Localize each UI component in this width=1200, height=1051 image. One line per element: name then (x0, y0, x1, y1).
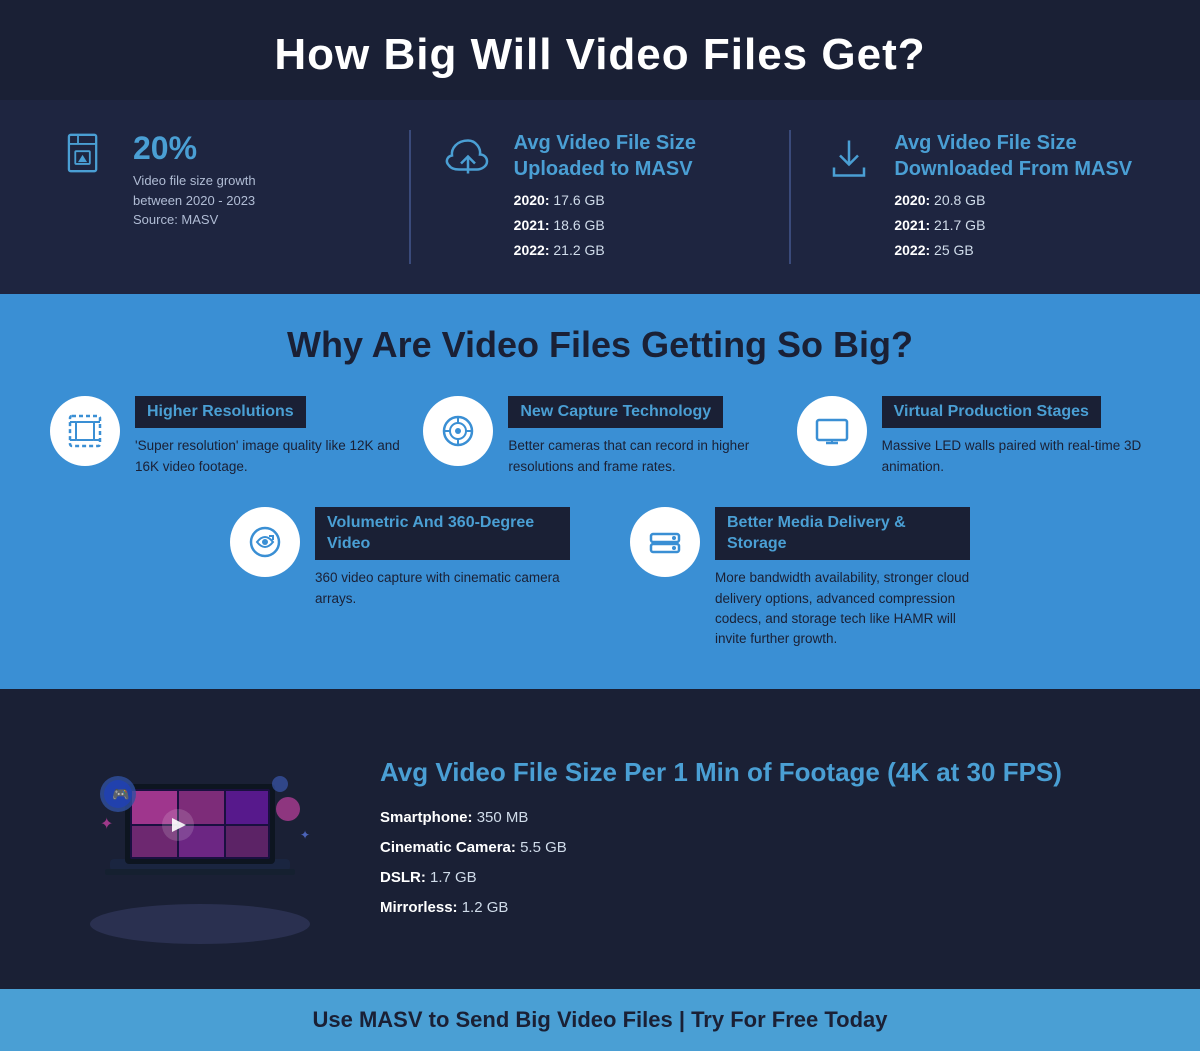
why-item-volumetric: Volumetric And 360-Degree Video 360 vide… (230, 507, 570, 650)
volumetric-icon-circle (230, 507, 300, 577)
upload-title: Avg Video File SizeUploaded to MASV (514, 130, 696, 182)
360-video-icon (247, 524, 283, 560)
virtual-content: Virtual Production Stages Massive LED wa… (882, 396, 1150, 477)
virtual-label: Virtual Production Stages (882, 396, 1101, 429)
upload-data: 2020: 17.6 GB 2021: 18.6 GB 2022: 21.2 G… (514, 188, 696, 264)
growth-description: Video file size growthbetween 2020 - 202… (133, 171, 256, 230)
main-title: How Big Will Video Files Get? (40, 30, 1160, 80)
avg-item-mirrorless: Mirrorless: 1.2 GB (380, 893, 1062, 923)
monitor-icon (814, 413, 850, 449)
footer-section: Use MASV to Send Big Video Files | Try F… (0, 989, 1200, 1051)
avg-item-smartphone: Smartphone: 350 MB (380, 803, 1062, 833)
growth-percentage: 20% (133, 130, 256, 167)
why-top-row: Higher Resolutions 'Super resolution' im… (50, 396, 1150, 477)
download-icon (821, 130, 876, 185)
why-item-virtual: Virtual Production Stages Massive LED wa… (797, 396, 1150, 477)
growth-text: 20% Video file size growthbetween 2020 -… (133, 130, 256, 230)
stats-section: 20% Video file size growthbetween 2020 -… (0, 100, 1200, 294)
media-icon-circle (630, 507, 700, 577)
camera-lens-icon (440, 413, 476, 449)
resolution-content: Higher Resolutions 'Super resolution' im… (135, 396, 403, 477)
avg-content: Avg Video File Size Per 1 Min of Footage… (380, 756, 1062, 924)
capture-icon-circle (423, 396, 493, 466)
laptop-svg: 🎮 ✦ ✦ (60, 729, 340, 949)
svg-text:✦: ✦ (300, 828, 310, 842)
upload-text: Avg Video File SizeUploaded to MASV 2020… (514, 130, 696, 264)
growth-stat: 20% Video file size growthbetween 2020 -… (60, 130, 409, 230)
why-item-capture: New Capture Technology Better cameras th… (423, 396, 776, 477)
file-icon (60, 130, 115, 185)
avg-title: Avg Video File Size Per 1 Min of Footage… (380, 756, 1062, 790)
svg-text:✦: ✦ (100, 816, 113, 833)
resolution-desc: 'Super resolution' image quality like 12… (135, 436, 403, 477)
svg-text:🎮: 🎮 (112, 786, 129, 802)
resolution-icon-circle (50, 396, 120, 466)
resolution-icon (67, 413, 103, 449)
volumetric-desc: 360 video capture with cinematic camera … (315, 568, 570, 609)
download-text: Avg Video File SizeDownloaded From MASV … (894, 130, 1132, 264)
why-section: Why Are Video Files Getting So Big? High… (0, 294, 1200, 690)
upload-icon (441, 130, 496, 185)
why-item-media: Better Media Delivery & Storage More ban… (630, 507, 970, 650)
resolution-label: Higher Resolutions (135, 396, 306, 429)
avg-data: Smartphone: 350 MB Cinematic Camera: 5.5… (380, 803, 1062, 923)
footer-text: Use MASV to Send Big Video Files | Try F… (18, 1007, 1182, 1033)
download-data: 2020: 20.8 GB 2021: 21.7 GB 2022: 25 GB (894, 188, 1132, 264)
laptop-illustration: 🎮 ✦ ✦ (60, 729, 340, 949)
volumetric-label: Volumetric And 360-Degree Video (315, 507, 570, 561)
avg-item-cinematic: Cinematic Camera: 5.5 GB (380, 833, 1062, 863)
why-item-resolution: Higher Resolutions 'Super resolution' im… (50, 396, 403, 477)
capture-content: New Capture Technology Better cameras th… (508, 396, 776, 477)
download-title: Avg Video File SizeDownloaded From MASV (894, 130, 1132, 182)
avg-item-dslr: DSLR: 1.7 GB (380, 863, 1062, 893)
download-stat: Avg Video File SizeDownloaded From MASV … (791, 130, 1140, 264)
media-content: Better Media Delivery & Storage More ban… (715, 507, 970, 650)
avg-section: 🎮 ✦ ✦ Avg Video File Size Per 1 Min of F… (0, 689, 1200, 989)
virtual-icon-circle (797, 396, 867, 466)
capture-desc: Better cameras that can record in higher… (508, 436, 776, 477)
why-bottom-row: Volumetric And 360-Degree Video 360 vide… (50, 507, 1150, 650)
virtual-desc: Massive LED walls paired with real-time … (882, 436, 1150, 477)
why-title: Why Are Video Files Getting So Big? (50, 324, 1150, 366)
media-desc: More bandwidth availability, stronger cl… (715, 568, 970, 649)
media-label: Better Media Delivery & Storage (715, 507, 970, 561)
capture-label: New Capture Technology (508, 396, 723, 429)
volumetric-content: Volumetric And 360-Degree Video 360 vide… (315, 507, 570, 609)
storage-icon (647, 524, 683, 560)
upload-stat: Avg Video File SizeUploaded to MASV 2020… (411, 130, 790, 264)
header-section: How Big Will Video Files Get? (0, 0, 1200, 100)
